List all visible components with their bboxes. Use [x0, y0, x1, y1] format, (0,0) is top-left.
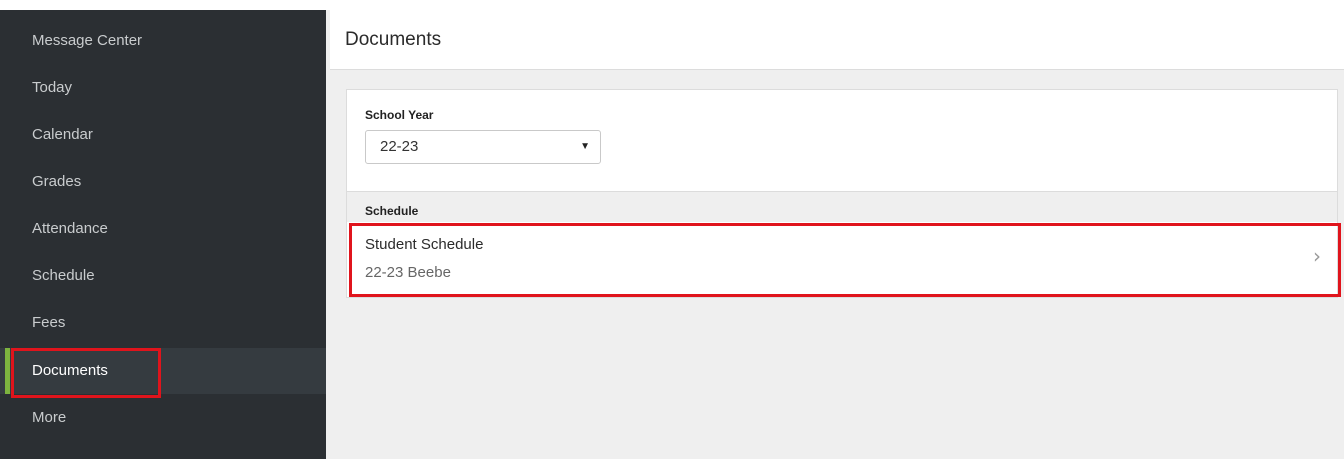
sidebar-item-fees[interactable]: Fees — [0, 300, 326, 346]
sidebar-item-today[interactable]: Today — [0, 65, 326, 111]
section-label: Schedule — [365, 204, 419, 218]
active-indicator — [5, 348, 10, 394]
sidebar-item-message-center[interactable]: Message Center — [0, 18, 326, 64]
sidebar: Message Center Today Calendar Grades Att… — [0, 10, 326, 459]
school-year-select[interactable]: 22-23 ▼ — [365, 130, 601, 164]
sidebar-item-more[interactable]: More — [0, 395, 326, 441]
document-title: Student Schedule — [365, 236, 484, 253]
sidebar-item-label: Grades — [32, 173, 82, 190]
schedule-section-header: Schedule — [347, 191, 1337, 222]
document-row-student-schedule[interactable]: Student Schedule 22-23 Beebe › — [347, 222, 1337, 294]
documents-card: School Year 22-23 ▼ Schedule Student Sch… — [346, 89, 1338, 298]
page-header: Documents — [330, 10, 1344, 70]
sidebar-item-label: Schedule — [32, 267, 95, 284]
sidebar-item-label: Calendar — [32, 126, 93, 143]
sidebar-item-label: Message Center — [32, 32, 143, 49]
sidebar-item-label: Attendance — [32, 220, 108, 237]
sidebar-item-documents[interactable]: Documents — [0, 348, 326, 394]
sidebar-item-label: Documents — [32, 362, 108, 379]
main-content: Documents School Year 22-23 ▼ Schedule S… — [330, 10, 1344, 459]
sidebar-item-label: More — [32, 409, 67, 426]
document-subtitle: 22-23 Beebe — [365, 264, 451, 281]
top-bar — [0, 0, 1344, 10]
school-year-label: School Year — [365, 108, 434, 122]
caret-down-icon: ▼ — [580, 141, 590, 152]
sidebar-item-label: Today — [32, 79, 73, 96]
school-year-value: 22-23 — [380, 138, 419, 155]
sidebar-item-grades[interactable]: Grades — [0, 159, 326, 205]
chevron-right-icon: › — [1313, 244, 1321, 268]
sidebar-item-calendar[interactable]: Calendar — [0, 112, 326, 158]
page-title: Documents — [345, 29, 442, 50]
sidebar-item-attendance[interactable]: Attendance — [0, 206, 326, 252]
sidebar-item-schedule[interactable]: Schedule — [0, 253, 326, 299]
sidebar-item-label: Fees — [32, 314, 66, 331]
